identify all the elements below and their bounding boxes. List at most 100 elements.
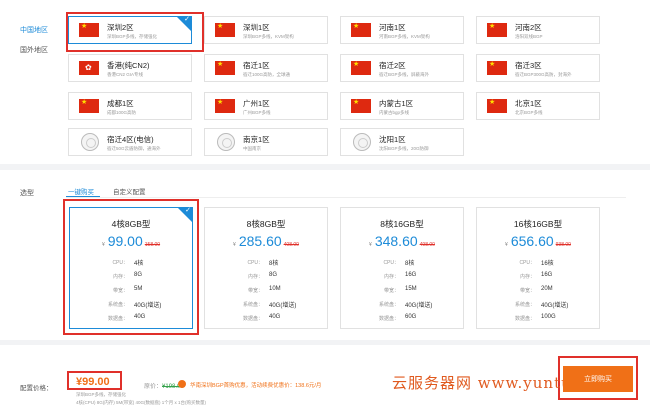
region-card[interactable]: 宿迁3区宿迁BGP300G高防，封海外: [476, 54, 600, 82]
buy-now-button[interactable]: 立即购买: [563, 366, 633, 392]
spec-value: 16G: [405, 272, 417, 278]
spec-row: 带宽： 15M: [341, 286, 465, 296]
price-label: 配置价格：: [20, 385, 53, 392]
plan-original-price: 408.00: [283, 242, 299, 248]
cn-flag-icon: [351, 61, 371, 75]
currency-symbol: ¥: [233, 242, 236, 248]
spec-row: 内存： 16G: [341, 272, 465, 282]
plan-title: 4核8GB型: [111, 219, 151, 229]
plan-card[interactable]: 4核8GB型 ¥99.00 158.00 CPU： 4核 内存： 8G 带宽： 5M 系统盘： 40…: [69, 207, 193, 329]
region-desc: 宿迁50G云盾防御，通海外: [107, 146, 161, 151]
spec-row: CPU： 16核: [477, 258, 601, 268]
region-card[interactable]: 成都1区成都100G高防: [68, 92, 192, 120]
plan-price: ¥285.60 408.00: [205, 233, 327, 251]
plan-card[interactable]: 16核16GB型 ¥656.60 938.00 CPU： 16核 内存： 16G 带宽： 20M…: [476, 207, 600, 329]
region-desc: 深圳BGP多线，KVM架构: [243, 34, 294, 39]
globe-icon: [353, 133, 371, 151]
region-name: 宿迁1区: [243, 61, 270, 70]
spec-row: 带宽： 20M: [477, 286, 601, 296]
spec-value: 60G: [405, 314, 417, 320]
region-desc: 内蒙古bgp多线: [379, 110, 410, 115]
spec-value: 40G(增送): [541, 303, 569, 309]
spec-label: 系统盘：: [242, 302, 263, 308]
spec-label: 内存：: [519, 274, 535, 280]
total-price: ¥99.00: [76, 376, 110, 388]
region-name: 深圳1区: [243, 23, 270, 32]
cn-flag-icon: [79, 99, 99, 113]
tab-region-overseas[interactable]: 国外地区: [20, 45, 48, 55]
region-name: 北京1区: [515, 99, 542, 108]
plan-title: 8核8GB型: [246, 219, 286, 229]
cn-flag-icon: [487, 99, 507, 113]
tab-region-china[interactable]: 中国地区: [20, 25, 48, 35]
plan-card[interactable]: 8核8GB型 ¥285.60 408.00 CPU： 8核 内存： 8G 带宽： 10M 系统盘：…: [204, 207, 328, 329]
region-name: 宿迁2区: [379, 61, 406, 70]
cn-flag-icon: [487, 23, 507, 37]
region-card[interactable]: 宿迁1区宿迁100G高防，全球通: [204, 54, 328, 82]
region-name: 成都1区: [107, 99, 134, 108]
spec-label: 内存：: [247, 274, 263, 280]
region-card[interactable]: 河南2区洛阳双线BGP: [476, 16, 600, 44]
region-card[interactable]: 深圳2区深圳BGP多线，存储强化 ✓: [68, 16, 192, 44]
spec-row: 系统盘： 40G(增送): [205, 300, 329, 310]
region-card[interactable]: 宿迁4区(电信) 宿迁50G云盾防御，通海外: [68, 128, 192, 156]
region-card[interactable]: 沈阳1区 沈阳BGP多线，20G防御: [340, 128, 464, 156]
selected-config-summary: 4核(CPU) 8G(内存) 5M(带宽) 40G(数据盘) 1个月 x 1台(…: [76, 400, 207, 405]
plan-price-value: 348.60: [374, 233, 418, 249]
region-name: 河南1区: [379, 23, 406, 32]
region-card[interactable]: 深圳1区深圳BGP多线，KVM架构: [204, 16, 328, 44]
spec-label: CPU：: [519, 260, 535, 266]
plan-type-label: 选型: [20, 190, 34, 197]
region-desc: 北京BGP多线: [515, 110, 543, 115]
plan-title: 8核16GB型: [380, 219, 424, 229]
tab-divider: [66, 197, 626, 198]
spec-value: 16核: [541, 261, 554, 267]
plan-card[interactable]: 8核16GB型 ¥348.60 498.00 CPU： 8核 内存： 16G 带宽： 15M 系统…: [340, 207, 464, 329]
spec-label: 数据盘：: [514, 316, 535, 322]
spec-row: CPU： 8核: [341, 258, 465, 268]
spec-row: 带宽： 10M: [205, 286, 329, 296]
check-icon: ✓: [184, 16, 190, 23]
tab-active-indicator: [66, 196, 100, 197]
region-name: 南京1区: [243, 135, 270, 144]
cn-flag-icon: [351, 23, 371, 37]
spec-label: 带宽：: [112, 288, 128, 294]
spec-label: 带宽：: [519, 288, 535, 294]
region-name: 内蒙古1区: [379, 99, 414, 108]
region-card[interactable]: 香港(纯CN2) 香港CN2 GIA专线: [68, 54, 192, 82]
spec-label: 内存：: [383, 274, 399, 280]
spec-row: 系统盘： 40G(增送): [477, 300, 601, 310]
spec-value: 8核: [405, 261, 415, 267]
region-desc: 沈阳BGP多线，20G防御: [379, 146, 429, 151]
spec-value: 5M: [134, 286, 143, 292]
region-card[interactable]: 广州1区广州BGP多线: [204, 92, 328, 120]
region-desc: 广州BGP多线: [243, 110, 271, 115]
region-card[interactable]: 宿迁2区宿迁BGP多线，屏蔽海外: [340, 54, 464, 82]
currency-symbol: ¥: [369, 242, 372, 248]
region-desc: 香港CN2 GIA专线: [107, 72, 144, 77]
cn-flag-icon: [215, 23, 235, 37]
region-card[interactable]: 内蒙古1区内蒙古bgp多线: [340, 92, 464, 120]
region-card[interactable]: 北京1区北京BGP多线: [476, 92, 600, 120]
region-name: 深圳2区: [107, 23, 134, 32]
promo-text: 华南深圳BGP首购优惠，活动续费优惠价：138.6元/月: [190, 383, 322, 389]
spec-row: 带宽： 5M: [70, 286, 194, 296]
plan-original-price: 938.00: [555, 242, 571, 248]
spec-row: CPU： 4核: [70, 258, 194, 268]
tab-quick-buy[interactable]: 一键购买: [68, 186, 94, 196]
promo-icon: [178, 380, 186, 388]
tab-custom-config[interactable]: 自定义配置: [113, 186, 146, 196]
spec-row: 内存： 8G: [70, 272, 194, 282]
spec-row: 数据盘： 100G: [477, 314, 601, 324]
region-card[interactable]: 河南1区河南BGP多线，KVM架构: [340, 16, 464, 44]
plan-original-price: 158.00: [144, 242, 161, 248]
region-card[interactable]: 南京1区 中国南京: [204, 128, 328, 156]
region-name: 广州1区: [243, 99, 270, 108]
plan-price: ¥348.60 498.00: [341, 233, 463, 251]
spec-row: 内存： 16G: [477, 272, 601, 282]
spec-value: 40G: [269, 314, 281, 320]
check-icon: ✓: [185, 207, 191, 214]
spec-label: CPU：: [247, 260, 263, 266]
region-desc: 深圳BGP多线，存储强化: [107, 34, 158, 39]
spec-label: 数据盘：: [107, 316, 128, 322]
